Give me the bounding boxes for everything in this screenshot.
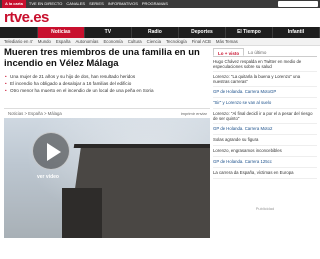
- subnav-item-espana[interactable]: España: [56, 39, 71, 44]
- list-item-text: Lorenzo: "La quitarla la buena y Lorenzo…: [213, 74, 301, 84]
- article-summary-list: Una mujer de 21 años y su hijo de dos, h…: [4, 73, 210, 94]
- topbar-item-programas[interactable]: PROGRAMAS: [142, 0, 168, 8]
- sub-nav: Telediario en 4' Mundo España Autonomías…: [0, 38, 320, 46]
- list-item[interactable]: Hugo Chávez respalda en Twitter en medio…: [213, 57, 317, 72]
- nav-section-noticias[interactable]: Noticias: [37, 27, 85, 38]
- list-item[interactable]: Lorenzo: "Al final decidí ir a por el a …: [213, 109, 317, 124]
- list-item-text: La carrera da España, víctimas en Europa: [213, 170, 294, 175]
- list-item[interactable]: GP de Holanda. Carrera MotoGP: [213, 87, 317, 98]
- breadcrumb[interactable]: Noticias > España > Málaga: [8, 111, 62, 116]
- logo-text: rtve: [4, 9, 30, 26]
- top-utility-bar: A la carta TVE EN DIRECTO CANALES SERIES…: [0, 0, 320, 8]
- list-item[interactable]: La carrera da España, víctimas en Europa: [213, 168, 317, 179]
- tab-lo-mas-visto[interactable]: Lo + visto: [213, 48, 245, 56]
- rtve-logo[interactable]: rtve.es: [4, 9, 49, 26]
- subnav-item-economia[interactable]: Economía: [103, 39, 122, 44]
- list-item-text: GP de Holanda. Carrera MotoGP: [213, 89, 277, 94]
- list-item[interactable]: Lorenzo: "La quitarla la buena y Lorenzo…: [213, 72, 317, 87]
- nav-section-deportes[interactable]: Deportes: [179, 27, 226, 38]
- tab-lo-ultimo[interactable]: Lo último: [244, 48, 270, 56]
- main-nav: Noticias TV Radio Deportes El Tiempo Inf…: [0, 27, 320, 38]
- summary-bullet: Una mujer de 21 años y su hijo de dos, h…: [4, 73, 210, 80]
- play-button[interactable]: [32, 132, 70, 170]
- sidebar: Lo + visto Lo último Hugo Chávez respald…: [213, 48, 317, 179]
- play-icon: [47, 143, 61, 161]
- sidebar-tabs: Lo + visto Lo último: [213, 48, 317, 57]
- summary-bullet: Otro menor ha muerto en el incendio de u…: [4, 87, 210, 94]
- advertising-label: Publicidad: [255, 206, 275, 211]
- video-thumbnail-wall: [62, 188, 102, 238]
- list-item-text: Hugo Chávez respalda en Twitter en medio…: [213, 59, 302, 69]
- top-search-input[interactable]: [278, 1, 318, 7]
- list-item[interactable]: GP de Holanda. Carrera 125cc: [213, 157, 317, 168]
- subnav-item-mundo[interactable]: Mundo: [38, 39, 51, 44]
- list-item[interactable]: Solas agrande su figura: [213, 135, 317, 146]
- nav-section-infantil[interactable]: Infantil: [273, 27, 320, 38]
- list-item[interactable]: Lorenzo, engrasamos inconcebibles: [213, 146, 317, 157]
- list-item-text: Lorenzo: "Al final decidí ir a por el a …: [213, 111, 313, 121]
- article-tools[interactable]: imprimir enviar: [181, 109, 207, 118]
- list-item-text: GP de Holanda. Carrera 125cc: [213, 159, 272, 164]
- summary-bullet: El incendio ha obligado a desalojar a 16…: [4, 80, 210, 87]
- nav-section-tv[interactable]: TV: [85, 27, 132, 38]
- list-item-text: GP de Holanda. Carrera Moto2: [213, 126, 273, 131]
- subnav-item-mas-temas[interactable]: Más Temas: [216, 39, 238, 44]
- subnav-item-tecnologia[interactable]: Tecnología: [166, 39, 187, 44]
- topbar-item-series[interactable]: SERIES: [89, 0, 104, 8]
- breadcrumb-bar: Noticias > España > Málaga imprimir envi…: [4, 108, 210, 117]
- list-item-text: "Sir" y Lorenzo se van al suelo: [213, 100, 272, 105]
- list-item[interactable]: "Sir" y Lorenzo se van al suelo: [213, 98, 317, 109]
- subnav-item-final-acb[interactable]: Final ACB: [192, 39, 211, 44]
- nav-section-radio[interactable]: Radio: [132, 27, 179, 38]
- video-player[interactable]: ver vídeo: [4, 118, 210, 238]
- video-label[interactable]: ver vídeo: [37, 174, 59, 180]
- video-thumbnail-roof-edge: [73, 144, 210, 148]
- article-column: Mueren tres miembros de una familia en u…: [4, 47, 210, 94]
- subnav-item-ciencia[interactable]: Ciencia: [147, 39, 161, 44]
- topbar-item-canales[interactable]: CANALES: [66, 0, 85, 8]
- subnav-item-telediario[interactable]: Telediario en 4': [4, 39, 33, 44]
- nav-section-blank: [0, 27, 38, 38]
- subnav-item-cultura[interactable]: Cultura: [128, 39, 142, 44]
- list-item[interactable]: GP de Holanda. Carrera Moto2: [213, 124, 317, 135]
- subnav-item-autonomias[interactable]: Autonomías: [76, 39, 99, 44]
- topbar-item-tve-directo[interactable]: TVE EN DIRECTO: [29, 0, 63, 8]
- logo-suffix: .es: [29, 9, 50, 26]
- list-item-text: Solas agrande su figura: [213, 137, 259, 142]
- topbar-item-informativos[interactable]: INFORMATIVOS: [108, 0, 138, 8]
- article-headline[interactable]: Mueren tres miembros de una familia en u…: [4, 47, 204, 69]
- list-item-text: Lorenzo, engrasamos inconcebibles: [213, 148, 282, 153]
- alacarta-badge[interactable]: A la carta: [2, 0, 26, 8]
- nav-section-eltiempo[interactable]: El Tiempo: [226, 27, 273, 38]
